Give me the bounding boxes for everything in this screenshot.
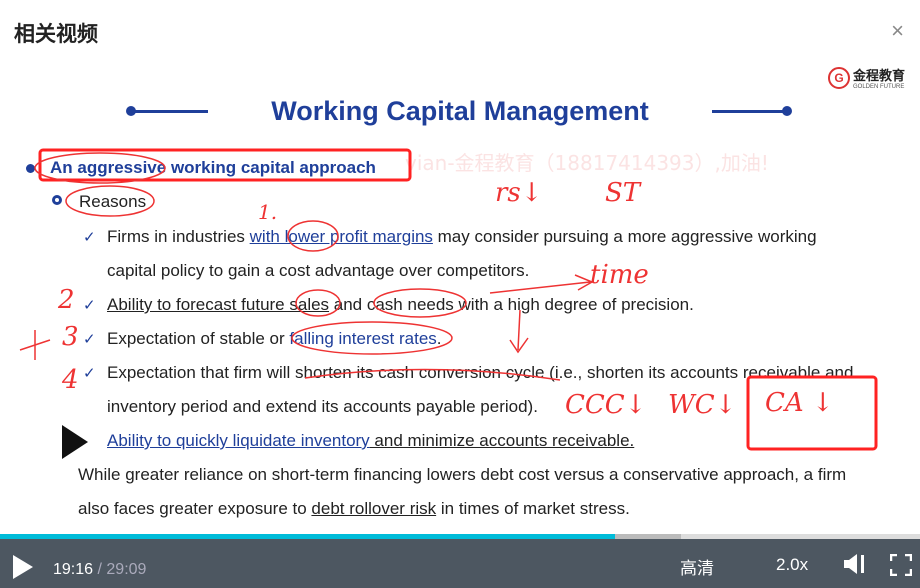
- volume-icon[interactable]: [842, 553, 868, 580]
- watermark: vian-金程教育（18817414393）,加油!: [405, 151, 769, 175]
- item-5: Ability to quickly liquidate inventory a…: [107, 431, 635, 450]
- paragraph-line-1: While greater reliance on short-term fin…: [78, 465, 847, 484]
- bullet-circle-icon: [52, 195, 62, 205]
- fullscreen-icon[interactable]: [889, 553, 913, 581]
- logo-seal-icon: G: [828, 66, 850, 89]
- annotation-3: 3: [62, 322, 79, 352]
- item-4: Expectation that firm will shorten its c…: [107, 363, 854, 382]
- bullet-icon: [26, 164, 35, 173]
- annotation-rs: rs↓: [495, 178, 543, 208]
- annotation-2: 2: [58, 285, 75, 315]
- play-overlay-button[interactable]: [62, 425, 88, 459]
- annotation-wc: WC↓: [668, 390, 737, 420]
- paragraph-line-2: also faces greater exposure to debt roll…: [78, 499, 630, 518]
- item-4-cont: inventory period and extend its accounts…: [107, 397, 538, 416]
- annotation-1: 1.: [258, 200, 278, 224]
- dialog-title: 相关视频: [14, 22, 98, 46]
- subheading: Reasons: [79, 192, 147, 211]
- annotation-ca: CA ↓: [765, 388, 834, 418]
- annotation-ccc: CCC↓: [565, 390, 647, 420]
- brand-logo: G 金程教育 GOLDEN FUTURE: [828, 65, 905, 90]
- close-icon[interactable]: ×: [891, 18, 904, 44]
- play-icon[interactable]: [13, 555, 33, 579]
- dialog-header: 相关视频 ×: [0, 0, 920, 60]
- heading: An aggressive working capital approach: [50, 158, 376, 177]
- speed-button[interactable]: 2.0x: [776, 555, 808, 575]
- check-icon: ✓: [83, 297, 96, 314]
- video-frame[interactable]: G 金程教育 GOLDEN FUTURE Working Capital Mana…: [0, 60, 920, 535]
- check-icon: ✓: [83, 365, 96, 382]
- item-1: Firms in industries with lower profit ma…: [107, 227, 817, 246]
- check-icon: ✓: [83, 331, 96, 348]
- item-3: Expectation of stable or falling interes…: [107, 329, 442, 348]
- annotation-st: ST: [605, 178, 641, 208]
- quality-button[interactable]: 高清: [680, 554, 714, 579]
- annotation-time: time: [590, 260, 649, 290]
- check-icon: ✓: [83, 229, 96, 246]
- item-1-cont: capital policy to gain a cost advantage …: [107, 261, 530, 280]
- annotation-4: 4: [62, 365, 79, 395]
- item-2: Ability to forecast future sales and cas…: [107, 295, 694, 314]
- slide-title: Working Capital Management: [271, 96, 649, 126]
- time-display: 19:16 / 29:09: [53, 561, 147, 578]
- player-controls: 19:16 / 29:09 高清 2.0x: [0, 539, 920, 588]
